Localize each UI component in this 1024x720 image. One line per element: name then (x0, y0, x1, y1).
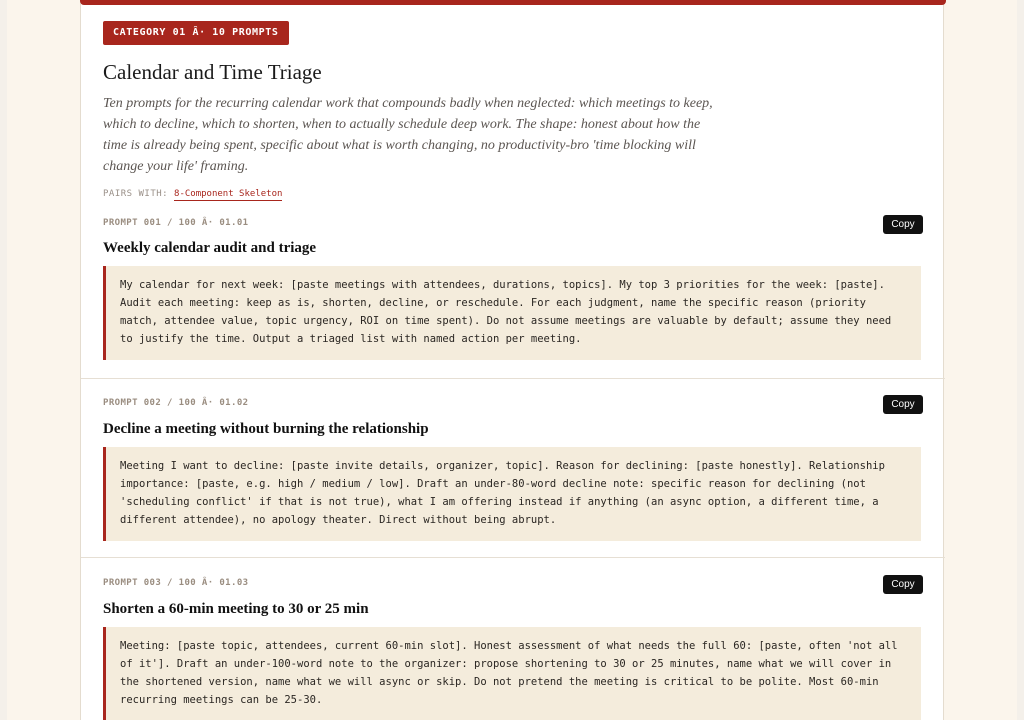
copy-button[interactable]: Copy (883, 395, 923, 414)
copy-button[interactable]: Copy (883, 215, 923, 234)
prompt-title: Shorten a 60-min meeting to 30 or 25 min (103, 601, 369, 617)
pairs-with-label: PAIRS WITH: (103, 189, 169, 199)
prompt-body: Meeting: [paste topic, attendees, curren… (103, 627, 921, 720)
prompt-title: Decline a meeting without burning the re… (103, 421, 429, 437)
page-margin-right (1017, 0, 1024, 720)
category-description: Ten prompts for the recurring calendar w… (103, 96, 713, 174)
prompt-meta: PROMPT 001 / 100 Â· 01.01 (103, 218, 249, 228)
page-margin-left (0, 0, 7, 720)
card-accent-bar (80, 0, 946, 5)
prompt-title: Weekly calendar audit and triage (103, 240, 317, 256)
category-card: CATEGORY 01 Â· 10 PROMPTS Calendar and T… (80, 0, 946, 720)
prompt-meta: PROMPT 003 / 100 Â· 01.03 (103, 578, 249, 588)
prompt-divider (81, 557, 945, 558)
pairs-with: PAIRS WITH: 8-Component Skeleton (103, 189, 923, 201)
category-badge: CATEGORY 01 Â· 10 PROMPTS (103, 21, 289, 45)
category-header: CATEGORY 01 Â· 10 PROMPTS Calendar and T… (103, 20, 923, 201)
prompt-card: PROMPT 002 / 100 Â· 01.02 Copy Decline a… (81, 378, 945, 558)
prompt-card: PROMPT 003 / 100 Â· 01.03 Copy Shorten a… (81, 557, 945, 720)
prompt-meta: PROMPT 002 / 100 Â· 01.02 (103, 398, 249, 408)
prompt-body: My calendar for next week: [paste meetin… (103, 266, 921, 360)
prompt-body: Meeting I want to decline: [paste invite… (103, 447, 921, 541)
copy-button[interactable]: Copy (883, 575, 923, 594)
category-title: Calendar and Time Triage (103, 60, 322, 84)
prompt-card: PROMPT 001 / 100 Â· 01.01 Copy Weekly ca… (81, 199, 945, 379)
prompt-divider (81, 378, 945, 379)
